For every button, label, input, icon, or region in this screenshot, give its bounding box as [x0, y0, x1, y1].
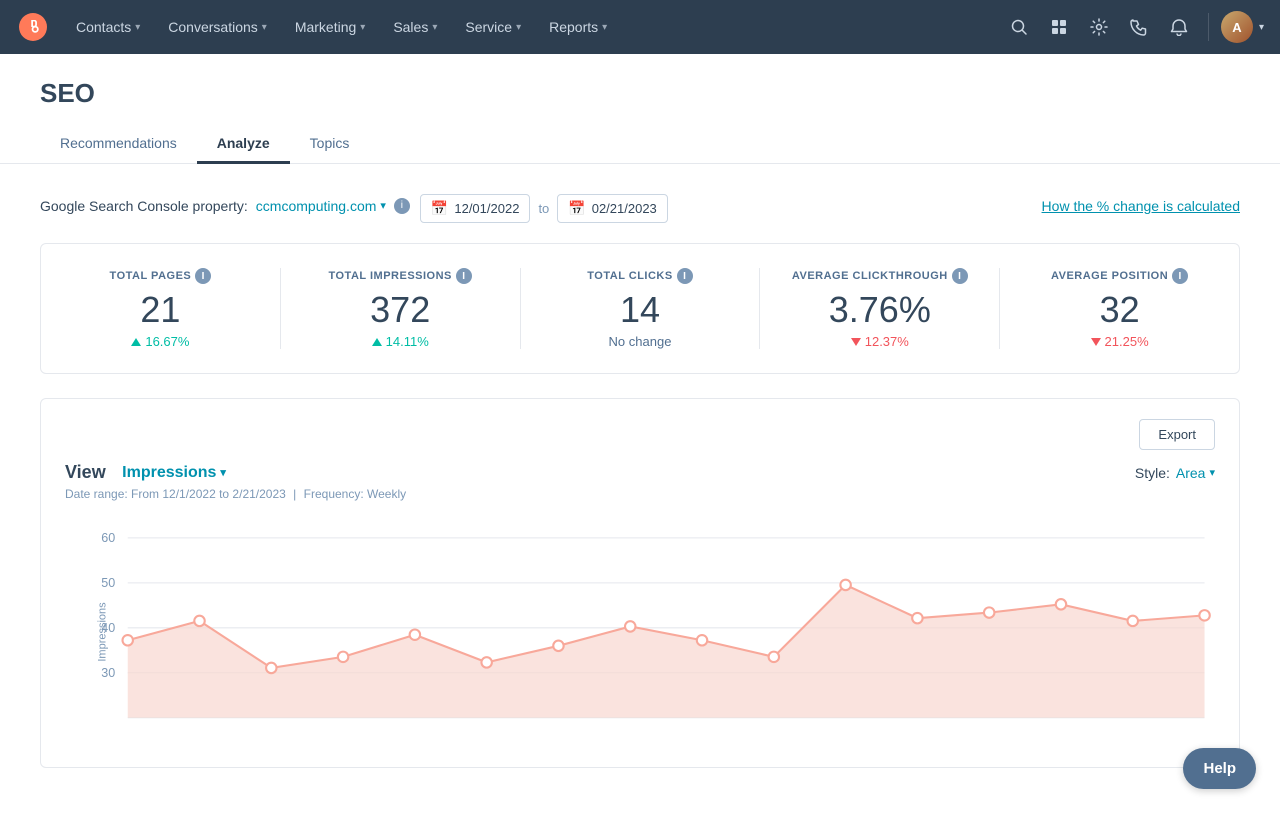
help-button[interactable]: Help: [1183, 748, 1256, 789]
metric-info-icon[interactable]: i: [677, 268, 693, 284]
view-type-dropdown[interactable]: Impressions ▾: [114, 464, 226, 482]
main-content: Google Search Console property: ccmcompu…: [0, 164, 1280, 792]
nav-right: A ▾: [1002, 10, 1264, 44]
hubspot-logo[interactable]: [16, 10, 50, 44]
user-avatar[interactable]: A: [1221, 11, 1253, 43]
metric-label-total-clicks: TOTAL CLICKS i: [541, 268, 740, 284]
search-icon-button[interactable]: [1002, 10, 1036, 44]
avatar-chevron-icon[interactable]: ▾: [1259, 22, 1264, 33]
metric-change-total-pages: 16.67%: [61, 334, 260, 349]
calendar-icon: 📅: [431, 200, 448, 217]
metrics-card: TOTAL PAGES i 21 16.67% TOTAL IMPRESSION…: [40, 243, 1240, 374]
metric-info-icon[interactable]: i: [1172, 268, 1188, 284]
chart-meta: Date range: From 12/1/2022 to 2/21/2023 …: [65, 487, 1215, 501]
arrow-down-icon: [851, 338, 861, 346]
metric-info-icon[interactable]: i: [456, 268, 472, 284]
chevron-down-icon: ▾: [1209, 466, 1215, 479]
chart-top-row: Export: [65, 419, 1215, 450]
nav-divider: [1208, 13, 1209, 41]
metric-total-clicks: TOTAL CLICKS i 14 No change: [521, 268, 761, 349]
chevron-down-icon: ▾: [220, 466, 226, 479]
chevron-down-icon: ▾: [380, 199, 386, 212]
settings-icon-button[interactable]: [1082, 10, 1116, 44]
metric-change-total-clicks: No change: [541, 334, 740, 349]
chevron-down-icon: ▾: [262, 22, 267, 33]
metric-avg-position: AVERAGE POSITION i 32 21.25%: [1000, 268, 1239, 349]
metric-label-avg-clickthrough: AVERAGE CLICKTHROUGH i: [780, 268, 979, 284]
chevron-down-icon: ▾: [516, 22, 521, 33]
metric-value-total-clicks: 14: [541, 292, 740, 328]
metric-change-total-impressions: 14.11%: [301, 334, 500, 349]
phone-icon-button[interactable]: [1122, 10, 1156, 44]
page-header: SEO Recommendations Analyze Topics: [0, 54, 1280, 164]
chevron-down-icon: ▾: [432, 22, 437, 33]
page-wrapper: SEO Recommendations Analyze Topics Googl…: [0, 54, 1280, 813]
gsc-info-icon[interactable]: i: [394, 198, 410, 214]
metric-change-avg-clickthrough: 12.37%: [780, 334, 979, 349]
metric-label-total-impressions: TOTAL IMPRESSIONS i: [301, 268, 500, 284]
tab-recommendations[interactable]: Recommendations: [40, 125, 197, 164]
nav-item-contacts[interactable]: Contacts ▾: [62, 0, 154, 54]
metric-value-total-impressions: 372: [301, 292, 500, 328]
top-navigation: Contacts ▾ Conversations ▾ Marketing ▾ S…: [0, 0, 1280, 54]
chevron-down-icon: ▾: [135, 22, 140, 33]
metric-total-impressions: TOTAL IMPRESSIONS i 372 14.11%: [281, 268, 521, 349]
nav-item-service[interactable]: Service ▾: [451, 0, 535, 54]
style-row: Style: Area ▾: [1135, 465, 1215, 481]
date-to-input[interactable]: 📅 02/21/2023: [557, 194, 668, 223]
chevron-down-icon: ▾: [360, 22, 365, 33]
metric-value-avg-clickthrough: 3.76%: [780, 292, 979, 328]
metric-total-pages: TOTAL PAGES i 21 16.67%: [41, 268, 281, 349]
style-dropdown[interactable]: Area ▾: [1176, 465, 1215, 481]
metric-value-total-pages: 21: [61, 292, 260, 328]
pct-change-link[interactable]: How the % change is calculated: [1042, 198, 1240, 214]
nav-item-reports[interactable]: Reports ▾: [535, 0, 621, 54]
metric-change-avg-position: 21.25%: [1020, 334, 1219, 349]
chevron-down-icon: ▾: [602, 22, 607, 33]
nav-items: Contacts ▾ Conversations ▾ Marketing ▾ S…: [62, 0, 1002, 54]
filter-left: Google Search Console property: ccmcompu…: [40, 188, 668, 223]
chart-container: 60 50 40 30 Impressions: [65, 517, 1215, 747]
y-axis-label: Impressions: [97, 602, 109, 661]
date-from-input[interactable]: 📅 12/01/2022: [420, 194, 531, 223]
filter-row: Google Search Console property: ccmcompu…: [40, 188, 1240, 223]
date-separator: to: [538, 201, 549, 216]
tab-analyze[interactable]: Analyze: [197, 125, 290, 164]
impressions-chart: 60 50 40 30: [65, 517, 1215, 747]
tab-topics[interactable]: Topics: [290, 125, 370, 164]
gsc-property-dropdown[interactable]: ccmcomputing.com ▾: [256, 198, 386, 214]
export-button[interactable]: Export: [1139, 419, 1215, 450]
nav-item-marketing[interactable]: Marketing ▾: [281, 0, 380, 54]
nav-item-conversations[interactable]: Conversations ▾: [154, 0, 281, 54]
tab-bar: Recommendations Analyze Topics: [40, 125, 1240, 163]
apps-icon-button[interactable]: [1042, 10, 1076, 44]
chart-card: Export View Impressions ▾ Style: Area ▾: [40, 398, 1240, 768]
nav-item-sales[interactable]: Sales ▾: [379, 0, 451, 54]
metric-info-icon[interactable]: i: [195, 268, 211, 284]
page-title: SEO: [40, 78, 1240, 109]
metric-avg-clickthrough: AVERAGE CLICKTHROUGH i 3.76% 12.37%: [760, 268, 1000, 349]
metric-value-avg-position: 32: [1020, 292, 1219, 328]
metric-info-icon[interactable]: i: [952, 268, 968, 284]
style-label: Style:: [1135, 465, 1170, 481]
calendar-icon: 📅: [568, 200, 585, 217]
metric-label-total-pages: TOTAL PAGES i: [61, 268, 260, 284]
chart-view-row: View Impressions ▾ Style: Area ▾: [65, 462, 1215, 483]
gsc-label: Google Search Console property:: [40, 198, 248, 214]
arrow-up-icon: [372, 338, 382, 346]
date-range-row: 📅 12/01/2022 to 📅 02/21/2023: [420, 194, 668, 223]
arrow-up-icon: [131, 338, 141, 346]
view-label: View: [65, 462, 106, 483]
arrow-down-icon: [1091, 338, 1101, 346]
metric-label-avg-position: AVERAGE POSITION i: [1020, 268, 1219, 284]
notifications-icon-button[interactable]: [1162, 10, 1196, 44]
